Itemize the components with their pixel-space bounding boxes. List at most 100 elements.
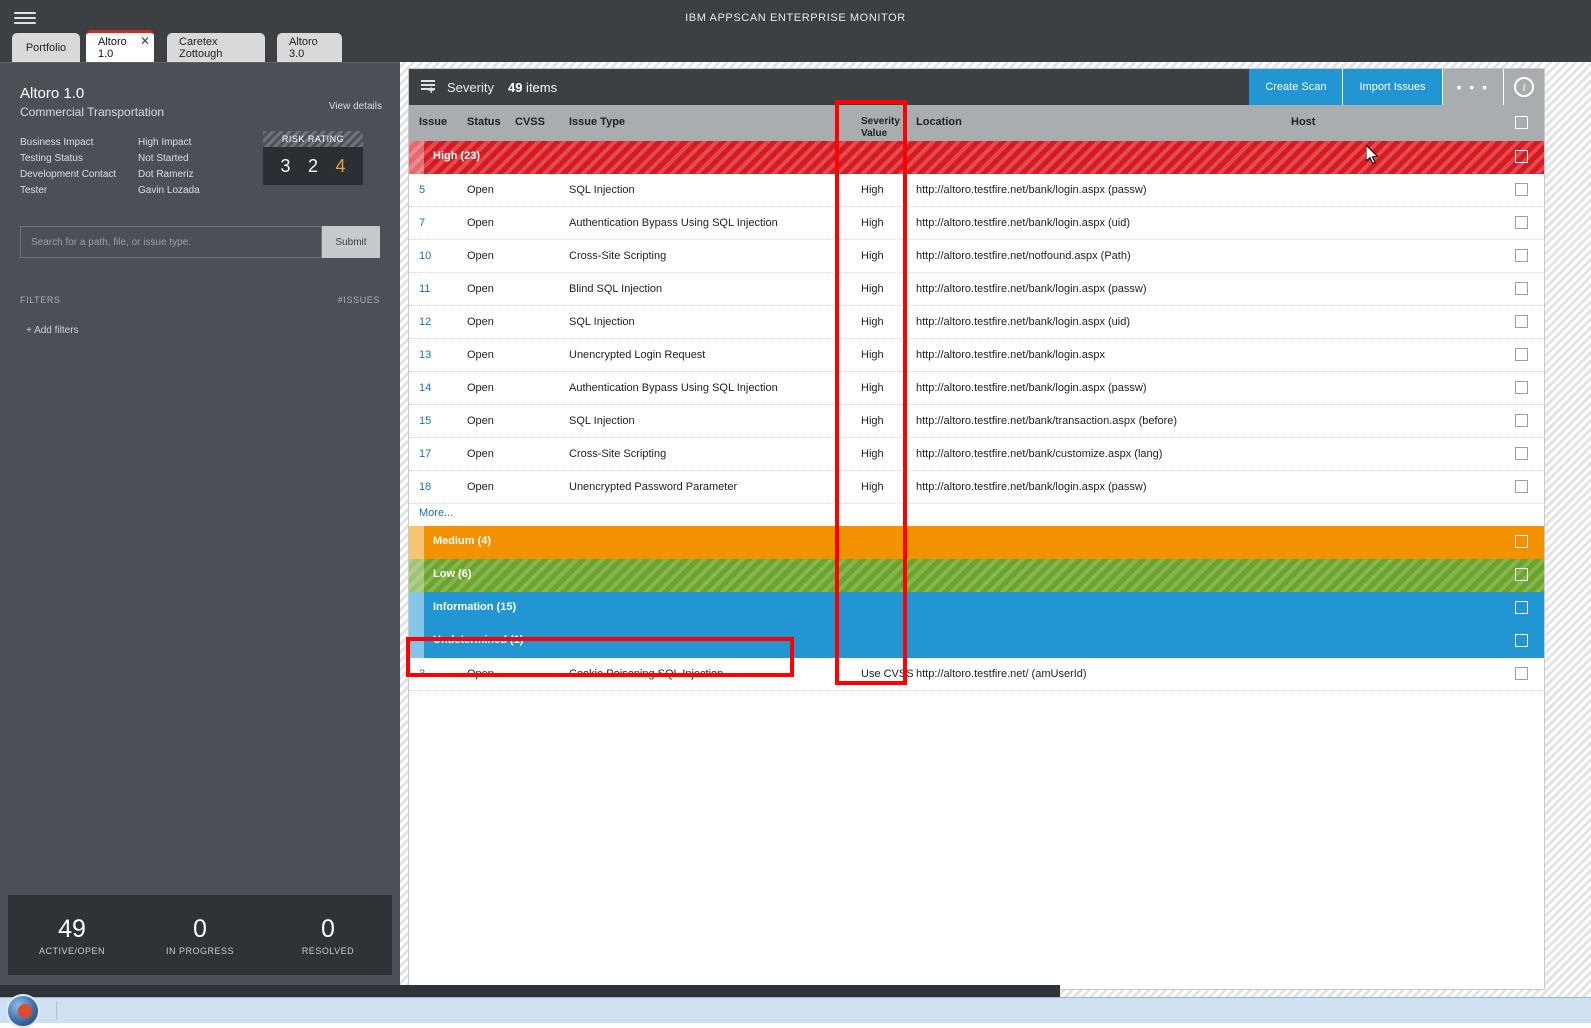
column-header-issue-type[interactable]: Issue Type	[569, 116, 625, 128]
group-band-high[interactable]: High (23)	[409, 141, 1544, 174]
table-row[interactable]: 11 Open Blind SQL Injection High http://…	[409, 273, 1544, 306]
cell-location: http://altoro.testfire.net/bank/login.as…	[916, 382, 1147, 394]
cell-issue[interactable]: 18	[419, 481, 431, 493]
meta-key: Testing Status	[20, 153, 83, 164]
row-checkbox[interactable]	[1515, 447, 1528, 460]
cell-issue[interactable]: 5	[419, 184, 425, 196]
stat-number: 49	[58, 915, 86, 943]
add-filters-link[interactable]: + Add filters	[26, 325, 79, 336]
cell-status: Open	[467, 448, 494, 460]
info-icon: i	[1514, 77, 1534, 97]
table-row[interactable]: 14 Open Authentication Bypass Using SQL …	[409, 372, 1544, 405]
group-band-label: High (23)	[433, 150, 481, 162]
os-taskbar	[0, 994, 1591, 1028]
search-submit-button[interactable]: Submit	[322, 226, 380, 258]
tab-portfolio[interactable]: Portfolio	[12, 33, 80, 62]
table-row[interactable]: 12 Open SQL Injection High http://altoro…	[409, 306, 1544, 339]
import-issues-button[interactable]: Import Issues	[1343, 69, 1443, 105]
tab-caretex-zottough[interactable]: Caretex Zottough	[167, 33, 265, 62]
cell-issue[interactable]: 3	[419, 668, 425, 680]
stat-label: ACTIVE/OPEN	[38, 946, 105, 956]
column-header-status[interactable]: Status	[467, 116, 501, 128]
cell-issue[interactable]: 11	[419, 283, 430, 295]
start-orb-icon	[18, 1004, 32, 1018]
cell-issue[interactable]: 7	[419, 217, 425, 229]
group-band-stripe	[409, 141, 424, 174]
row-checkbox[interactable]	[1515, 216, 1528, 229]
search-input[interactable]	[20, 226, 322, 258]
select-all-checkbox[interactable]	[1515, 116, 1528, 129]
row-checkbox[interactable]	[1515, 480, 1528, 493]
hamburger-menu-icon[interactable]	[14, 8, 36, 28]
group-band-stripe	[409, 592, 424, 625]
cell-location: http://altoro.testfire.net/bank/login.as…	[916, 217, 1131, 229]
cell-issue-type: Blind SQL Injection	[569, 283, 663, 295]
cell-issue[interactable]: 15	[419, 415, 431, 427]
table-row[interactable]: 10 Open Cross-Site Scripting High http:/…	[409, 240, 1544, 273]
column-header-cvss[interactable]: CVSS	[515, 116, 545, 128]
row-checkbox[interactable]	[1515, 348, 1528, 361]
tab-close-icon[interactable]: ✕	[140, 35, 150, 47]
group-band-undetermined[interactable]: Undetermined (1)	[409, 625, 1544, 658]
group-select-checkbox[interactable]	[1515, 634, 1528, 647]
table-row-cookie-poisoning[interactable]: 3 Open Cookie Poisoning SQL Injection Us…	[409, 658, 1544, 691]
row-checkbox[interactable]	[1515, 315, 1528, 328]
more-row: More...	[409, 504, 1544, 526]
table-row[interactable]: 7 Open Authentication Bypass Using SQL I…	[409, 207, 1544, 240]
cell-issue-type: SQL Injection	[569, 184, 635, 196]
tab-altoro-3-0[interactable]: Altoro 3.0	[277, 33, 342, 62]
row-checkbox[interactable]	[1515, 282, 1528, 295]
table-row[interactable]: 13 Open Unencrypted Login Request High h…	[409, 339, 1544, 372]
overflow-menu-button[interactable]: • • •	[1442, 69, 1504, 105]
more-link[interactable]: More...	[419, 507, 453, 519]
cell-severity: High	[861, 184, 884, 196]
tab-label: Altoro 3.0	[289, 35, 318, 60]
group-select-checkbox[interactable]	[1515, 150, 1528, 163]
column-header-location[interactable]: Location	[916, 116, 962, 128]
info-button[interactable]: i	[1504, 69, 1544, 105]
column-header-host[interactable]: Host	[1291, 116, 1315, 128]
group-select-checkbox[interactable]	[1515, 568, 1528, 581]
cell-status: Open	[467, 184, 494, 196]
group-band-stripe	[409, 526, 424, 559]
create-scan-button[interactable]: Create Scan	[1249, 69, 1344, 105]
cell-location: http://altoro.testfire.net/bank/login.as…	[916, 184, 1147, 196]
tab-strip: Portfolio Altoro 1.0 ✕ Caretex Zottough …	[0, 30, 1591, 62]
cell-location: http://altoro.testfire.net/bank/customiz…	[916, 448, 1163, 460]
cell-status: Open	[467, 316, 494, 328]
table-row[interactable]: 15 Open SQL Injection High http://altoro…	[409, 405, 1544, 438]
table-row[interactable]: 18 Open Unencrypted Password Parameter H…	[409, 471, 1544, 504]
cell-issue[interactable]: 17	[419, 448, 431, 460]
risk-digit-1: 3	[280, 155, 291, 176]
cell-location: http://altoro.testfire.net/notfound.aspx…	[916, 250, 1131, 262]
meta-key: Development Contact	[20, 169, 117, 180]
group-band-medium[interactable]: Medium (4)	[409, 526, 1544, 559]
column-header-severity-value[interactable]: Severity Value	[861, 116, 919, 140]
cell-issue-type: Unencrypted Password Parameter	[569, 481, 738, 493]
group-select-checkbox[interactable]	[1515, 535, 1528, 548]
group-band-information[interactable]: Information (15)	[409, 592, 1544, 625]
row-checkbox[interactable]	[1515, 183, 1528, 196]
tab-label: Portfolio	[25, 41, 67, 54]
cell-issue[interactable]: 14	[419, 382, 431, 394]
cell-status: Open	[467, 217, 494, 229]
cell-issue[interactable]: 13	[419, 349, 431, 361]
row-checkbox[interactable]	[1515, 381, 1528, 394]
row-checkbox[interactable]	[1515, 249, 1528, 262]
view-details-link[interactable]: View details	[329, 101, 382, 112]
cell-severity: High	[861, 415, 884, 427]
table-row[interactable]: 17 Open Cross-Site Scripting High http:/…	[409, 438, 1544, 471]
cell-issue[interactable]: 12	[419, 316, 431, 328]
table-row[interactable]: 5 Open SQL Injection High http://altoro.…	[409, 174, 1544, 207]
taskbar-items[interactable]	[56, 1002, 1587, 1020]
group-band-low[interactable]: Low (6)	[409, 559, 1544, 592]
tab-altoro-1-0[interactable]: Altoro 1.0 ✕	[86, 30, 154, 62]
group-select-checkbox[interactable]	[1515, 601, 1528, 614]
cell-location: http://altoro.testfire.net/bank/login.as…	[916, 349, 1105, 361]
row-checkbox[interactable]	[1515, 414, 1528, 427]
row-checkbox[interactable]	[1515, 667, 1528, 680]
column-header-issue[interactable]: Issue	[419, 116, 447, 128]
cell-issue-type: SQL Injection	[569, 415, 635, 427]
cell-issue[interactable]: 10	[419, 250, 431, 262]
stat-label: RESOLVED	[301, 946, 355, 956]
